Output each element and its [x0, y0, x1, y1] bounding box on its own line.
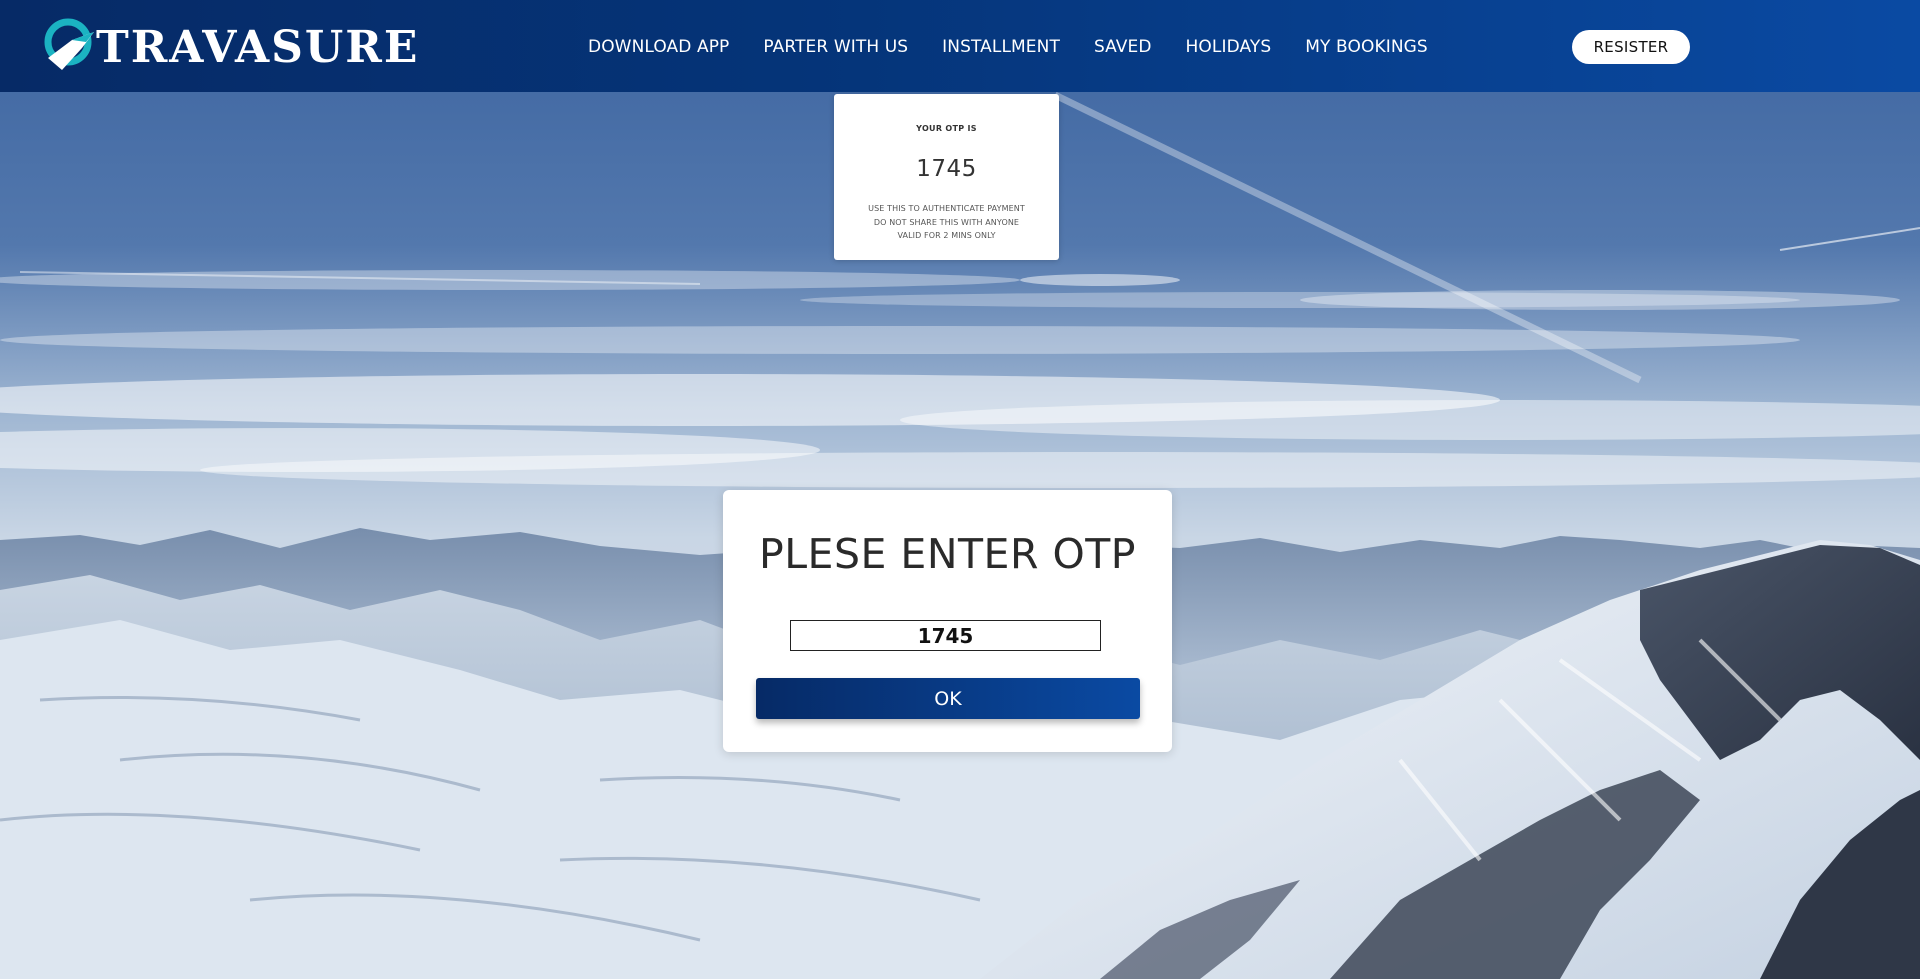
- nav-partner-with-us[interactable]: PARTER WITH US: [763, 37, 908, 57]
- modal-title: PLESE ENTER OTP: [758, 530, 1137, 578]
- otp-notification-code: 1745: [916, 156, 977, 182]
- ok-button[interactable]: OK: [756, 678, 1140, 719]
- top-navbar: TRAVASURE DOWNLOAD APP PARTER WITH US IN…: [0, 0, 1920, 92]
- brand-name: TRAVASURE: [96, 22, 420, 73]
- nav-my-bookings[interactable]: MY BOOKINGS: [1305, 37, 1428, 57]
- enter-otp-modal: PLESE ENTER OTP OK: [723, 490, 1172, 752]
- register-button[interactable]: RESISTER: [1572, 30, 1690, 64]
- nav-saved[interactable]: SAVED: [1094, 37, 1152, 57]
- otp-note-authenticate: USE THIS TO AUTHENTICATE PAYMENT: [868, 204, 1025, 213]
- otp-input[interactable]: [790, 620, 1101, 651]
- brand-logo[interactable]: TRAVASURE: [42, 18, 419, 74]
- nav-installment[interactable]: INSTALLMENT: [942, 37, 1060, 57]
- logo-bird-icon: [42, 18, 100, 74]
- otp-notification-title: YOUR OTP IS: [916, 124, 977, 133]
- otp-note-do-not-share: DO NOT SHARE THIS WITH ANYONE: [873, 218, 1020, 227]
- otp-notification-card: YOUR OTP IS 1745 USE THIS TO AUTHENTICAT…: [834, 94, 1059, 260]
- main-nav: DOWNLOAD APP PARTER WITH US INSTALLMENT …: [588, 34, 1462, 60]
- nav-download-app[interactable]: DOWNLOAD APP: [588, 37, 729, 57]
- nav-holidays[interactable]: HOLIDAYS: [1186, 37, 1272, 57]
- otp-note-validity: VALID FOR 2 MINS ONLY: [897, 231, 996, 240]
